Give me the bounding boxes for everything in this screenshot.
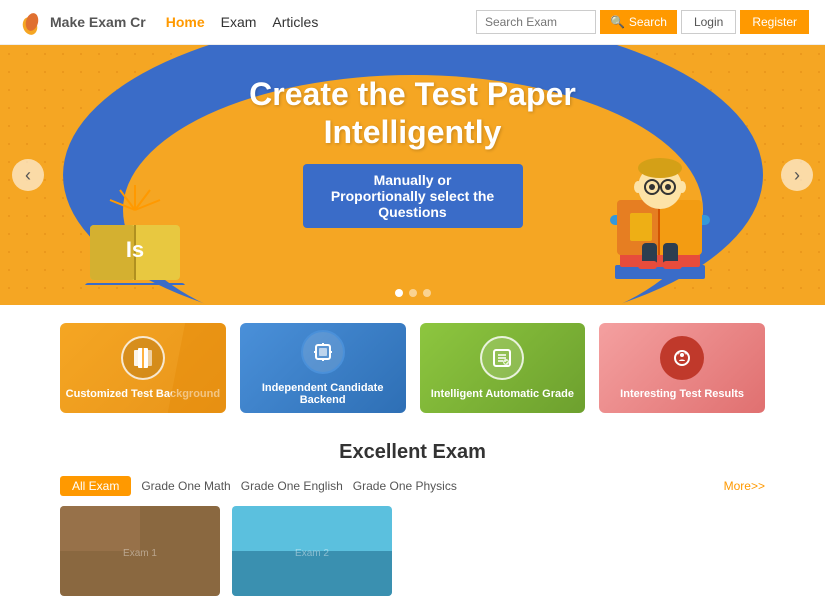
hero-subtitle: Manually or Proportionally select the Qu… [303, 164, 523, 228]
search-icon: 🔍 [610, 15, 625, 29]
feature-cards: Customized Test Background Independent C… [0, 305, 825, 431]
customized-icon [121, 336, 165, 380]
exam-thumb-2[interactable]: Exam 2 [232, 506, 392, 596]
feature-grade[interactable]: Intelligent Automatic Grade [420, 323, 586, 413]
grade-icon [480, 336, 524, 380]
slide-dot-3[interactable] [423, 289, 431, 297]
customized-label: Customized Test Background [66, 388, 220, 400]
excellent-title: Excellent Exam [60, 441, 765, 464]
mascot-left: Is LAN Exam Maker [80, 175, 190, 285]
hero-title-line2: Intelligently [324, 114, 502, 150]
filter-math[interactable]: Grade One Math [141, 479, 230, 493]
search-label: Search [629, 15, 667, 29]
hero-banner: Is LAN Exam Maker Create the Test Paper … [0, 45, 825, 305]
main-nav: Home Exam Articles [166, 14, 319, 30]
filter-english[interactable]: Grade One English [241, 479, 343, 493]
exam-thumbnails: Exam 1 Exam 2 [60, 506, 765, 596]
slide-dot-1[interactable] [395, 289, 403, 297]
excellent-section: Excellent Exam All Exam Grade One Math G… [0, 431, 825, 606]
search-area: 🔍 Search Login Register [476, 10, 809, 34]
more-link[interactable]: More>> [724, 479, 765, 493]
feature-results[interactable]: Interesting Test Results [599, 323, 765, 413]
results-label: Interesting Test Results [620, 388, 744, 400]
hero-slide-dots [395, 289, 431, 297]
search-input[interactable] [476, 10, 596, 34]
exam-filter-row: All Exam Grade One Math Grade One Englis… [60, 476, 765, 496]
svg-text:Is: Is [126, 237, 144, 262]
chevron-left-icon: ‹ [25, 165, 31, 186]
hero-prev-button[interactable]: ‹ [12, 159, 44, 191]
svg-text:Exam 2: Exam 2 [295, 548, 329, 559]
filter-all[interactable]: All Exam [60, 476, 131, 496]
grade-label: Intelligent Automatic Grade [431, 388, 574, 400]
feature-candidate[interactable]: Independent Candidate Backend [240, 323, 406, 413]
exam-thumb-1[interactable]: Exam 1 [60, 506, 220, 596]
logo-area: Make Exam Cr [16, 8, 146, 36]
filter-physics[interactable]: Grade One Physics [353, 479, 457, 493]
logo-text: Make Exam Cr [50, 14, 146, 30]
page-header: Make Exam Cr Home Exam Articles 🔍 Search… [0, 0, 825, 45]
slide-dot-2[interactable] [409, 289, 417, 297]
logo-icon [16, 8, 44, 36]
feature-customized[interactable]: Customized Test Background [60, 323, 226, 413]
candidate-label: Independent Candidate Backend [240, 382, 406, 406]
hero-title-line1: Create the Test Paper [249, 76, 576, 112]
hero-next-button[interactable]: › [781, 159, 813, 191]
login-button[interactable]: Login [681, 10, 736, 34]
mascot-right [595, 135, 725, 295]
nav-exam[interactable]: Exam [221, 14, 257, 30]
results-icon [660, 336, 704, 380]
hero-title: Create the Test Paper Intelligently [249, 75, 576, 152]
nav-articles[interactable]: Articles [272, 14, 318, 30]
chevron-right-icon: › [794, 165, 800, 186]
candidate-icon [301, 330, 345, 374]
search-button[interactable]: 🔍 Search [600, 10, 677, 34]
nav-home[interactable]: Home [166, 14, 205, 30]
svg-text:Exam 1: Exam 1 [123, 548, 157, 559]
register-button[interactable]: Register [740, 10, 809, 34]
